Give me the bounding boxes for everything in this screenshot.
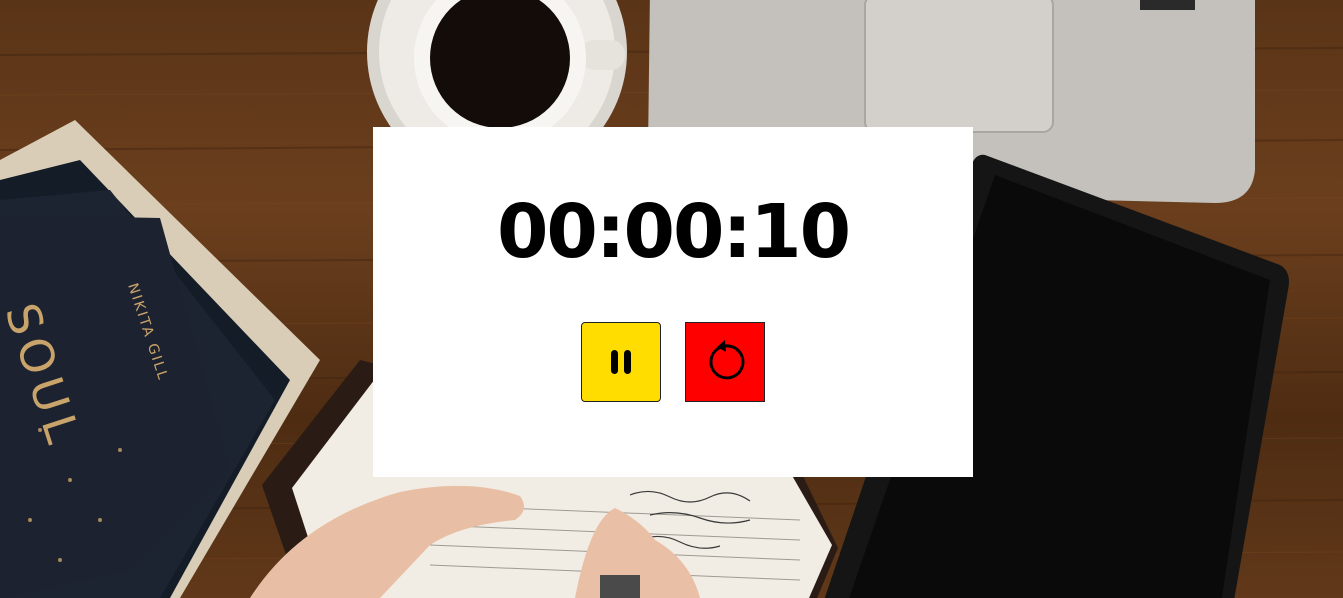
timer-card: 00:00:10 bbox=[373, 127, 973, 477]
timer-display: 00:00:10 bbox=[496, 189, 851, 275]
reset-icon bbox=[709, 340, 745, 380]
pause-icon bbox=[611, 350, 631, 374]
pause-button[interactable] bbox=[581, 322, 661, 402]
reset-button[interactable] bbox=[685, 322, 765, 402]
